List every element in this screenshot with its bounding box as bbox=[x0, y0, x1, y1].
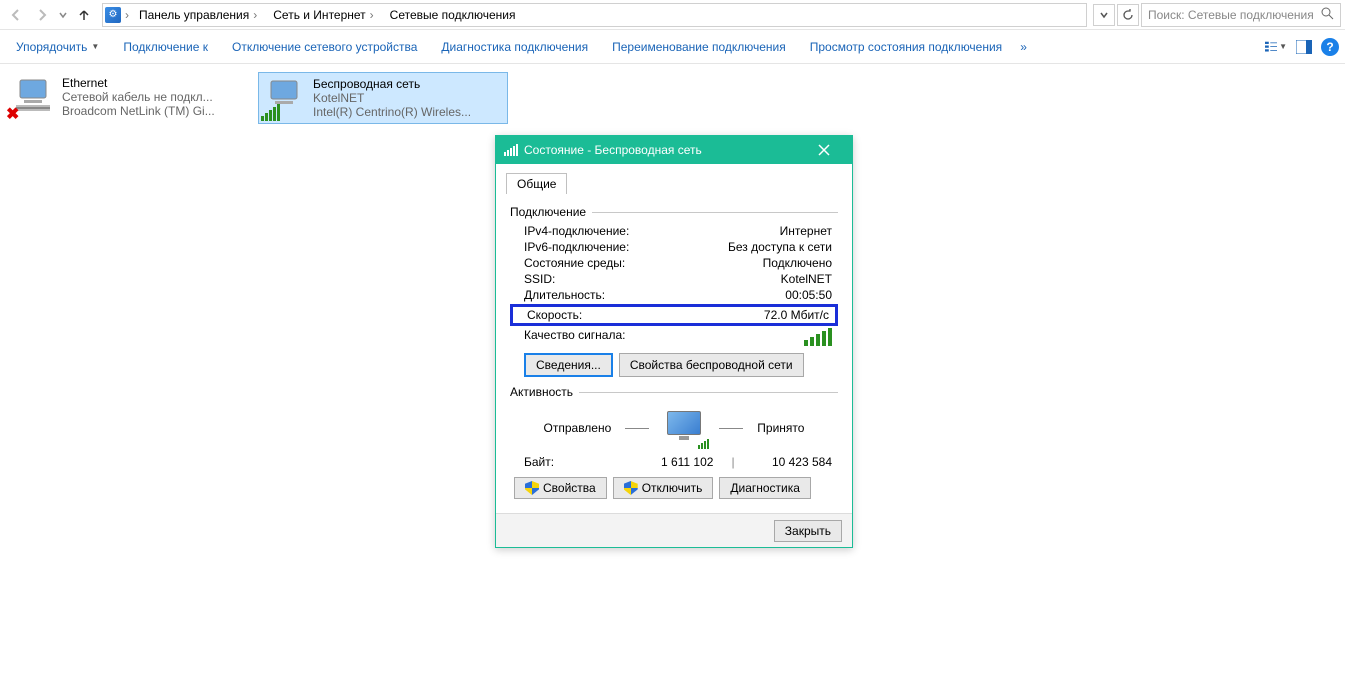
rename-button[interactable]: Переименование подключения bbox=[602, 36, 796, 58]
ipv4-value: Интернет bbox=[780, 224, 832, 238]
ipv4-label: IPv4-подключение: bbox=[524, 224, 780, 238]
signal-strength-icon bbox=[804, 328, 832, 346]
search-input[interactable]: Поиск: Сетевые подключения bbox=[1141, 3, 1341, 27]
ipv6-value: Без доступа к сети bbox=[728, 240, 832, 254]
signal-label: Качество сигнала: bbox=[524, 328, 804, 346]
ethernet-icon: ✖ bbox=[12, 76, 54, 118]
adapter-status: KotelNET bbox=[313, 91, 503, 105]
view-status-button[interactable]: Просмотр состояния подключения bbox=[800, 36, 1012, 58]
disconnected-x-icon: ✖ bbox=[6, 104, 19, 124]
more-commands[interactable]: » bbox=[1016, 40, 1031, 54]
adapter-list: ✖ Ethernet Сетевой кабель не подкл... Br… bbox=[0, 64, 1345, 132]
shield-icon bbox=[624, 481, 638, 495]
disable-button[interactable]: Отключить bbox=[613, 477, 714, 499]
media-value: Подключено bbox=[763, 256, 832, 270]
bytes-sent-value: 1 611 102 bbox=[624, 455, 723, 469]
address-dropdown[interactable] bbox=[1093, 4, 1115, 26]
properties-button[interactable]: Свойства bbox=[514, 477, 607, 499]
dialog-titlebar[interactable]: Состояние - Беспроводная сеть bbox=[496, 136, 852, 164]
close-button[interactable] bbox=[804, 136, 844, 164]
shield-icon bbox=[525, 481, 539, 495]
received-label: Принято bbox=[757, 421, 804, 435]
ssid-label: SSID: bbox=[524, 272, 781, 286]
duration-value: 00:05:50 bbox=[785, 288, 832, 302]
crumb-network-internet[interactable]: Сеть и Интернет› bbox=[267, 4, 381, 26]
adapter-device: Broadcom NetLink (TM) Gi... bbox=[62, 104, 254, 118]
media-label: Состояние среды: bbox=[524, 256, 763, 270]
breadcrumb[interactable]: ⚙ › Панель управления› Сеть и Интернет› … bbox=[102, 3, 1087, 27]
ssid-value: KotelNET bbox=[781, 272, 832, 286]
disable-device-button[interactable]: Отключение сетевого устройства bbox=[222, 36, 427, 58]
speed-row-highlight: Скорость:72.0 Мбит/с bbox=[510, 304, 838, 326]
help-icon[interactable]: ? bbox=[1321, 38, 1339, 56]
adapter-wireless[interactable]: Беспроводная сеть KotelNET Intel(R) Cent… bbox=[258, 72, 508, 124]
wireless-icon bbox=[263, 77, 305, 119]
command-bar: Упорядочить▼ Подключение к Отключение се… bbox=[0, 30, 1345, 64]
speed-value: 72.0 Мбит/с bbox=[764, 308, 829, 322]
diagnose-button[interactable]: Диагностика bbox=[719, 477, 811, 499]
diagnose-button[interactable]: Диагностика подключения bbox=[431, 36, 598, 58]
search-icon bbox=[1321, 7, 1334, 23]
refresh-button[interactable] bbox=[1117, 4, 1139, 26]
preview-pane-button[interactable] bbox=[1293, 36, 1315, 58]
status-dialog: Состояние - Беспроводная сеть Общие Подк… bbox=[495, 135, 853, 548]
adapter-name: Беспроводная сеть bbox=[313, 77, 503, 91]
control-panel-icon: ⚙ bbox=[105, 7, 121, 23]
sent-label: Отправлено bbox=[544, 421, 612, 435]
crumb-control-panel[interactable]: Панель управления› bbox=[133, 4, 265, 26]
speed-label: Скорость: bbox=[527, 308, 764, 322]
details-button[interactable]: Сведения... bbox=[524, 353, 613, 377]
search-placeholder: Поиск: Сетевые подключения bbox=[1148, 8, 1314, 22]
separator: | bbox=[723, 455, 742, 469]
recent-dropdown[interactable] bbox=[56, 3, 70, 27]
wireless-properties-button[interactable]: Свойства беспроводной сети bbox=[619, 353, 804, 377]
adapter-status: Сетевой кабель не подкл... bbox=[62, 90, 254, 104]
view-layout-button[interactable]: ▼ bbox=[1265, 36, 1287, 58]
activity-monitor-icon bbox=[663, 409, 705, 447]
bytes-received-value: 10 423 584 bbox=[743, 455, 832, 469]
group-connection-label: Подключение bbox=[510, 205, 586, 219]
organize-menu[interactable]: Упорядочить▼ bbox=[6, 36, 109, 58]
dialog-title-text: Состояние - Беспроводная сеть bbox=[524, 143, 702, 157]
forward-button[interactable] bbox=[30, 3, 54, 27]
ipv6-label: IPv6-подключение: bbox=[524, 240, 728, 254]
crumb-sep-icon: › bbox=[123, 8, 131, 22]
signal-bars-icon bbox=[261, 104, 280, 121]
adapter-ethernet[interactable]: ✖ Ethernet Сетевой кабель не подкл... Br… bbox=[8, 72, 258, 124]
duration-label: Длительность: bbox=[524, 288, 785, 302]
close-dialog-button[interactable]: Закрыть bbox=[774, 520, 842, 542]
group-activity-label: Активность bbox=[510, 385, 573, 399]
adapter-name: Ethernet bbox=[62, 76, 254, 90]
tab-general[interactable]: Общие bbox=[506, 173, 567, 194]
tab-strip: Общие bbox=[506, 172, 842, 193]
up-button[interactable] bbox=[72, 3, 96, 27]
crumb-network-connections[interactable]: Сетевые подключения bbox=[384, 4, 522, 26]
adapter-device: Intel(R) Centrino(R) Wireles... bbox=[313, 105, 503, 119]
signal-bars-icon bbox=[504, 144, 518, 156]
connect-to-button[interactable]: Подключение к bbox=[113, 36, 218, 58]
back-button[interactable] bbox=[4, 3, 28, 27]
bytes-label: Байт: bbox=[524, 455, 624, 469]
address-bar: ⚙ › Панель управления› Сеть и Интернет› … bbox=[0, 0, 1345, 30]
